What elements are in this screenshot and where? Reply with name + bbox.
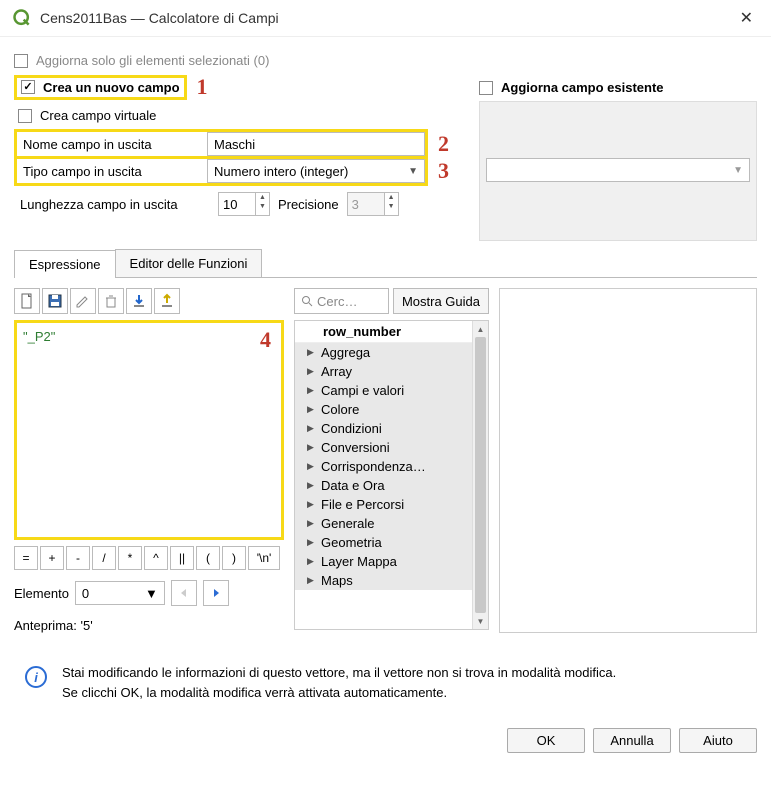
expand-icon: ▶ (307, 575, 317, 586)
caret-down-icon: ▼ (408, 166, 418, 177)
element-label: Elemento (14, 586, 69, 601)
func-list-header[interactable]: row_number (295, 321, 488, 343)
create-virtual-label: Crea campo virtuale (40, 108, 156, 123)
expand-icon: ▶ (307, 518, 317, 529)
expand-icon: ▶ (307, 480, 317, 491)
edit-icon[interactable] (70, 288, 96, 314)
out-field-type-select[interactable]: Numero intero (integer) ▼ (207, 159, 425, 183)
out-field-name-input[interactable] (207, 132, 425, 156)
existing-field-select[interactable]: ▼ (486, 158, 750, 182)
update-selected-checkbox[interactable] (14, 54, 28, 68)
preview-value: '5' (81, 618, 93, 633)
expand-icon: ▶ (307, 404, 317, 415)
scroll-thumb[interactable] (475, 337, 486, 613)
update-selected-label: Aggiorna solo gli elementi selezionati (… (36, 53, 269, 68)
window-title: Cens2011Bas — Calcolatore di Campi (40, 10, 734, 26)
close-button[interactable]: ✕ (734, 8, 759, 28)
tab-func-editor[interactable]: Editor delle Funzioni (115, 249, 263, 277)
scrollbar[interactable]: ▲ ▼ (472, 321, 488, 629)
out-field-name-label: Nome campo in uscita (17, 133, 207, 156)
operator-button[interactable]: ^ (144, 546, 168, 570)
expand-icon: ▶ (307, 347, 317, 358)
func-list-item[interactable]: ▶File e Percorsi (295, 495, 488, 514)
svg-text:i: i (34, 670, 38, 685)
info-text: Stai modificando le informazioni di ques… (62, 663, 616, 702)
operator-button[interactable]: = (14, 546, 38, 570)
operator-button[interactable]: ) (222, 546, 246, 570)
func-list-item[interactable]: ▶Conversioni (295, 438, 488, 457)
create-new-field-checkbox[interactable] (21, 80, 35, 94)
caret-down-icon: ▼ (733, 165, 743, 176)
expand-icon: ▶ (307, 423, 317, 434)
create-virtual-checkbox[interactable] (18, 109, 32, 123)
caret-down-icon: ▼ (145, 586, 158, 601)
expression-textarea[interactable]: "_P2" 4 (14, 320, 284, 540)
import-icon[interactable] (126, 288, 152, 314)
next-button[interactable] (203, 580, 229, 606)
func-list-item[interactable]: ▶Geometria (295, 533, 488, 552)
func-list-item[interactable]: ▶Maps (295, 571, 488, 590)
help-panel (499, 288, 757, 633)
func-list-item[interactable]: ▶Colore (295, 400, 488, 419)
delete-icon[interactable] (98, 288, 124, 314)
element-select[interactable]: 0 ▼ (75, 581, 165, 605)
func-list-item[interactable]: ▶Layer Mappa (295, 552, 488, 571)
show-help-button[interactable]: Mostra Guida (393, 288, 489, 314)
create-new-field-label: Crea un nuovo campo (43, 80, 180, 95)
func-list-item[interactable]: ▶Aggrega (295, 343, 488, 362)
operator-button[interactable]: * (118, 546, 142, 570)
scroll-up-icon[interactable]: ▲ (473, 321, 488, 337)
search-input[interactable]: Cerc… (294, 288, 389, 314)
operator-button[interactable]: - (66, 546, 90, 570)
operator-button[interactable]: / (92, 546, 116, 570)
annotation-4: 4 (260, 327, 271, 353)
tab-expression[interactable]: Espressione (14, 250, 116, 278)
expand-icon: ▶ (307, 556, 317, 567)
operator-button[interactable]: || (170, 546, 194, 570)
scroll-down-icon[interactable]: ▼ (473, 613, 488, 629)
operator-button[interactable]: + (40, 546, 64, 570)
help-button[interactable]: Aiuto (679, 728, 757, 753)
annotation-1: 1 (197, 74, 208, 100)
expand-icon: ▶ (307, 442, 317, 453)
app-icon (12, 8, 32, 28)
annotation-2: 2 (438, 131, 449, 157)
func-list-item[interactable]: ▶Corrispondenza… (295, 457, 488, 476)
prev-button[interactable] (171, 580, 197, 606)
operator-button[interactable]: ( (196, 546, 220, 570)
func-list-item[interactable]: ▶Generale (295, 514, 488, 533)
preview-label: Anteprima: (14, 618, 77, 633)
func-list-item[interactable]: ▶Condizioni (295, 419, 488, 438)
ok-button[interactable]: OK (507, 728, 585, 753)
out-field-len-spinbox[interactable]: ▲▼ (218, 192, 270, 216)
func-list-item[interactable]: ▶Data e Ora (295, 476, 488, 495)
search-icon (301, 295, 313, 307)
precision-spinbox: ▲▼ (347, 192, 399, 216)
func-list-item[interactable]: ▶Campi e valori (295, 381, 488, 400)
out-field-len-label: Lunghezza campo in uscita (14, 197, 210, 212)
precision-label: Precisione (278, 197, 339, 212)
cancel-button[interactable]: Annulla (593, 728, 671, 753)
update-existing-checkbox[interactable] (479, 81, 493, 95)
new-file-icon[interactable] (14, 288, 40, 314)
info-icon: i (24, 665, 48, 689)
expand-icon: ▶ (307, 499, 317, 510)
func-list-item[interactable]: ▶Array (295, 362, 488, 381)
expand-icon: ▶ (307, 366, 317, 377)
save-icon[interactable] (42, 288, 68, 314)
expand-icon: ▶ (307, 537, 317, 548)
expand-icon: ▶ (307, 461, 317, 472)
annotation-3: 3 (438, 158, 449, 184)
operator-button[interactable]: '\n' (248, 546, 280, 570)
out-field-type-label: Tipo campo in uscita (17, 160, 207, 183)
export-icon[interactable] (154, 288, 180, 314)
expand-icon: ▶ (307, 385, 317, 396)
update-existing-label: Aggiorna campo esistente (501, 80, 664, 95)
